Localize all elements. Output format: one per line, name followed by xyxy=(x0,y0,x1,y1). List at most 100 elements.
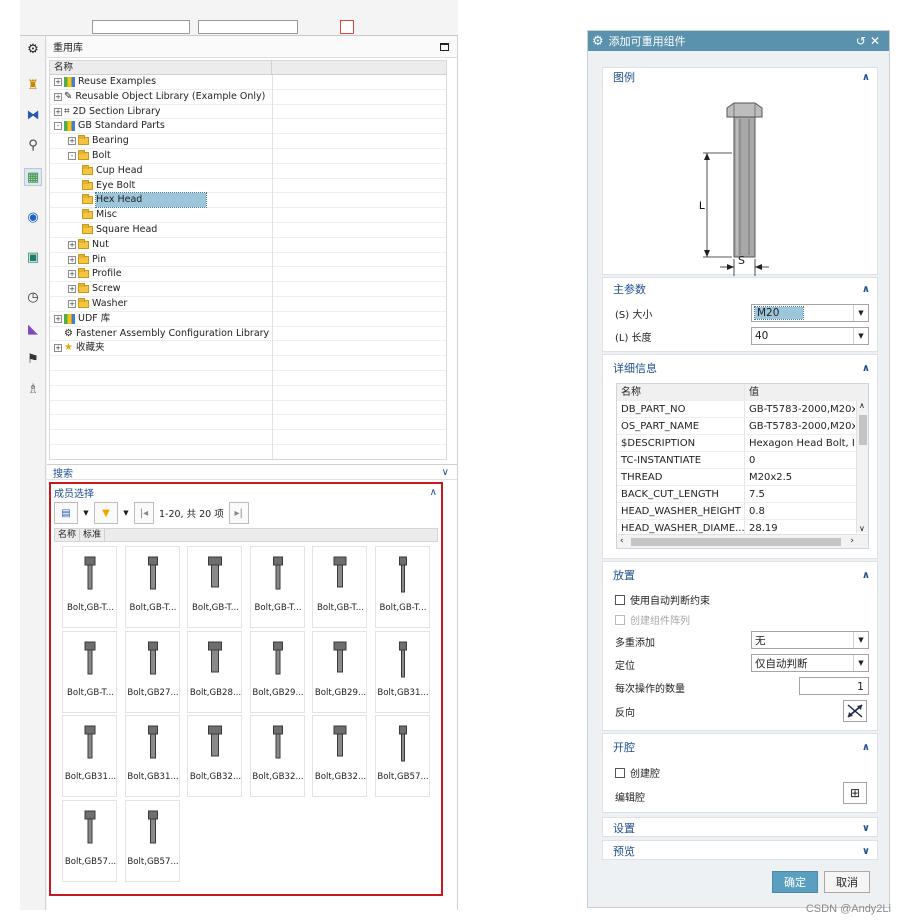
tree-row-content[interactable]: + Washer xyxy=(68,297,127,311)
reuse-library-icon[interactable]: ▦ xyxy=(24,168,42,186)
scroll-thumb[interactable] xyxy=(859,415,867,445)
details-header[interactable]: 详细信息 ∧ xyxy=(603,359,877,377)
details-vertical-scrollbar[interactable]: ∧ ∨ xyxy=(856,401,868,533)
tree-row-content[interactable]: - GB Standard Parts xyxy=(54,119,165,133)
member-item[interactable]: Bolt,GB-T... xyxy=(312,546,367,628)
details-row[interactable]: OS_PART_NAME GB-T5783-2000,M20x xyxy=(617,418,868,435)
tree-row-content[interactable]: - Bolt xyxy=(68,149,111,163)
tree-row-content[interactable]: + Nut xyxy=(68,238,109,252)
placement-header[interactable]: 放置 ∧ xyxy=(603,566,877,584)
tree-row[interactable]: Square Head xyxy=(50,222,446,238)
tree-row[interactable]: - GB Standard Parts xyxy=(50,119,446,135)
tree-row[interactable]: + ✎ Reusable Object Library (Example Only) xyxy=(50,89,446,105)
expand-icon[interactable]: + xyxy=(54,107,62,116)
member-item[interactable]: Bolt,GB31... xyxy=(374,630,430,713)
chevron-down-icon[interactable]: ▼ xyxy=(853,632,868,648)
part-navigator-icon[interactable]: ♜ xyxy=(24,76,42,94)
view-mode-dropdown-icon[interactable]: ▼ xyxy=(81,502,91,524)
chevron-up-icon[interactable]: ∧ xyxy=(862,284,870,295)
chevron-up-icon[interactable]: ∧ xyxy=(430,487,437,498)
length-select[interactable]: 40 ▼ xyxy=(751,327,869,345)
filter-icon[interactable]: ▼ xyxy=(94,502,118,524)
chevron-up-icon[interactable]: ∧ xyxy=(862,742,870,753)
details-horizontal-scrollbar[interactable]: ‹ › xyxy=(617,534,868,548)
expand-icon[interactable]: + xyxy=(68,270,76,279)
member-item[interactable]: Bolt,GB-T... xyxy=(374,546,430,628)
legend-header[interactable]: 图例 ∧ xyxy=(603,68,877,86)
expand-icon[interactable]: + xyxy=(54,314,62,323)
member-col-name[interactable]: 名称 xyxy=(55,529,81,541)
count-input[interactable]: 1 xyxy=(799,677,869,695)
first-page-icon[interactable]: |◂ xyxy=(134,502,154,524)
search-section[interactable]: 搜索 ∨ xyxy=(47,464,457,480)
preview-header[interactable]: 预览 ∨ xyxy=(603,842,877,860)
collapse-icon[interactable]: - xyxy=(68,151,76,160)
size-select[interactable]: M20 ▼ xyxy=(751,304,869,322)
details-row[interactable]: HEAD_WASHER_HEIGHT 0.8 xyxy=(617,503,868,520)
details-row[interactable]: THREAD M20x2.5 xyxy=(617,469,868,486)
details-col-name[interactable]: 名称 xyxy=(617,384,745,400)
tree-row-content[interactable]: + UDF 库 xyxy=(54,312,110,326)
pocket-header[interactable]: 开腔 ∧ xyxy=(603,738,877,756)
expand-icon[interactable]: + xyxy=(68,255,76,264)
tree-row[interactable]: + Profile xyxy=(50,267,446,283)
tree-row-content[interactable]: + Screw xyxy=(68,282,121,296)
expand-icon[interactable]: + xyxy=(54,92,62,101)
tree-row[interactable]: + ★ 收藏夹 xyxy=(50,341,446,357)
tree-row-content[interactable]: + Profile xyxy=(68,267,122,281)
tree-row[interactable]: - Bolt xyxy=(50,148,446,164)
member-item[interactable]: Bolt,GB29... xyxy=(249,630,305,713)
reverse-direction-button[interactable] xyxy=(843,700,867,722)
details-col-value[interactable]: 值 xyxy=(745,384,855,400)
clock-icon[interactable]: ◷ xyxy=(24,288,42,306)
chevron-down-icon[interactable]: ▼ xyxy=(853,305,868,321)
details-row[interactable]: DB_PART_NO GB-T5783-2000,M20x xyxy=(617,401,868,418)
toolbar-button[interactable] xyxy=(340,20,354,34)
toolbar-dropdown-2[interactable] xyxy=(198,20,298,34)
tree-row-content[interactable]: + Reuse Examples xyxy=(54,75,156,89)
toolbar-dropdown-1[interactable] xyxy=(92,20,190,34)
scroll-left-icon[interactable]: ‹ xyxy=(620,536,624,546)
tree-row[interactable]: Hex Head xyxy=(50,192,446,209)
expand-icon[interactable]: + xyxy=(54,344,62,353)
tree-column-name[interactable]: 名称 xyxy=(50,61,272,74)
member-item[interactable]: Bolt,GB57... xyxy=(374,715,430,797)
preview-section[interactable]: 预览 ∨ xyxy=(602,840,878,860)
chevron-down-icon[interactable]: ∨ xyxy=(442,467,449,478)
roles-icon[interactable]: ⚑ xyxy=(24,350,42,368)
member-item[interactable]: Bolt,GB-T... xyxy=(124,546,180,628)
tree-row[interactable]: Cup Head xyxy=(50,163,446,179)
scroll-up-icon[interactable]: ∧ xyxy=(859,401,865,410)
member-item[interactable]: Bolt,GB32... xyxy=(312,715,367,797)
member-item[interactable]: Bolt,GB31... xyxy=(62,715,117,797)
member-item[interactable]: Bolt,GB31... xyxy=(124,715,180,797)
expand-icon[interactable]: + xyxy=(54,78,62,86)
member-item[interactable]: Bolt,GB-T... xyxy=(62,630,117,713)
details-row[interactable]: BACK_CUT_LENGTH 7.5 xyxy=(617,486,868,503)
tree-row-content[interactable]: + Bearing xyxy=(68,134,129,148)
gear-icon[interactable]: ⚙ xyxy=(24,40,42,58)
member-item[interactable]: Bolt,GB-T... xyxy=(62,546,117,628)
tree-row-content[interactable]: ⚙ Fastener Assembly Configuration Library xyxy=(54,327,269,341)
multi-add-select[interactable]: 无 ▼ xyxy=(751,631,869,649)
history-icon[interactable]: ▣ xyxy=(24,248,42,266)
details-row[interactable]: $DESCRIPTION Hexagon Head Bolt, I xyxy=(617,435,868,452)
collapse-icon[interactable]: - xyxy=(54,122,62,131)
chevron-down-icon[interactable]: ▼ xyxy=(853,655,868,671)
settings-header[interactable]: 设置 ∨ xyxy=(603,819,877,837)
tree-row[interactable]: + Bearing xyxy=(50,134,446,150)
tree-row[interactable]: + Washer xyxy=(50,296,446,312)
position-select[interactable]: 仅自动判断 ▼ xyxy=(751,654,869,672)
expand-icon[interactable]: + xyxy=(68,285,76,294)
gear-icon[interactable]: ⚙ xyxy=(592,34,604,49)
tree-row[interactable]: Misc xyxy=(50,208,446,224)
chevron-up-icon[interactable]: ∧ xyxy=(862,363,870,374)
checkbox[interactable] xyxy=(615,594,625,605)
system-materials-icon[interactable]: ♗ xyxy=(24,380,42,398)
tree-row[interactable]: Eye Bolt xyxy=(50,178,446,194)
tree-row[interactable]: ⚙ Fastener Assembly Configuration Library xyxy=(50,326,446,342)
tree-row[interactable]: + Screw xyxy=(50,282,446,298)
member-item[interactable]: Bolt,GB32... xyxy=(249,715,305,797)
chevron-down-icon[interactable]: ∨ xyxy=(862,846,870,857)
create-pocket-checkbox[interactable]: 创建腔 xyxy=(615,765,660,780)
